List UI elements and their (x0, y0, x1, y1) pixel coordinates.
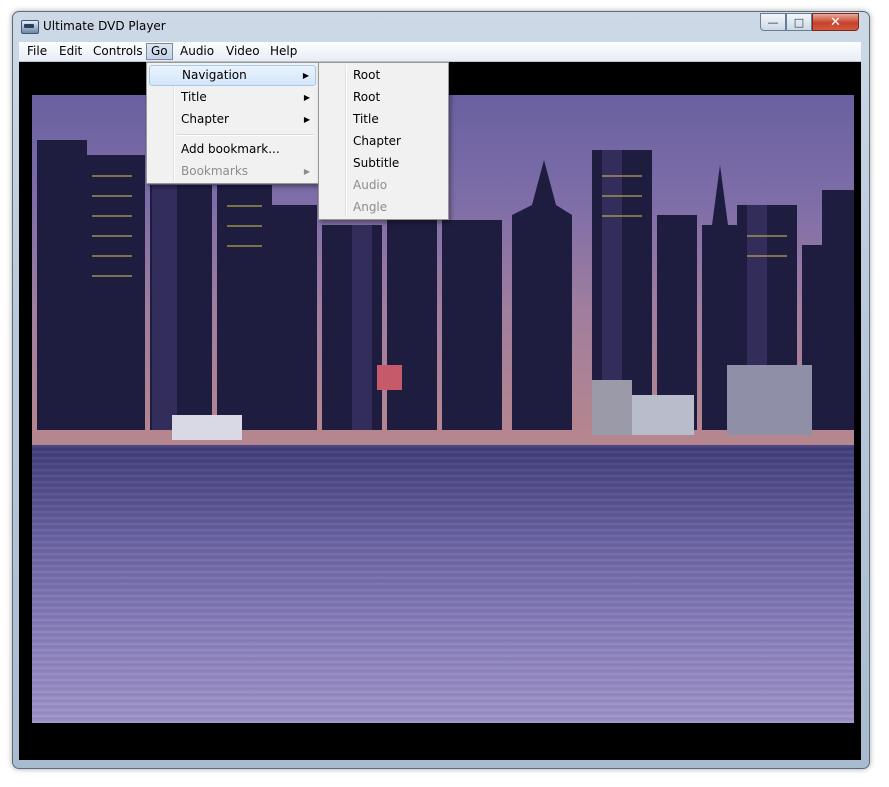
nav-item-subtitle[interactable]: Subtitle (321, 153, 446, 174)
menu-help[interactable]: Help (266, 43, 301, 60)
menu-bar: File Edit Controls Go Audio Video Help (19, 42, 861, 62)
maximize-button[interactable]: □ (786, 13, 812, 31)
menu-video[interactable]: Video (222, 43, 264, 60)
close-icon: ✕ (830, 14, 841, 30)
nav-item-angle: Angle (353, 200, 388, 214)
navigation-submenu: Root Root Title Chapter Subtitle Audio A… (318, 62, 449, 220)
video-water (32, 445, 854, 723)
menu-audio[interactable]: Audio (176, 43, 218, 60)
submenu-arrow-icon: ▶ (303, 93, 310, 102)
nav-item-chapter[interactable]: Chapter (321, 131, 446, 152)
go-menu-item-label: Navigation (182, 68, 247, 82)
submenu-arrow-icon: ▶ (303, 115, 310, 124)
go-menu-item-label: Add bookmark... (181, 142, 280, 156)
go-menu-item-label: Chapter (181, 112, 229, 126)
minimize-button[interactable]: — (760, 13, 786, 31)
maximize-icon: □ (793, 15, 805, 29)
go-menu-item-bookmarks: Bookmarks ▶ (149, 161, 316, 182)
nav-item-root[interactable]: Root (321, 65, 446, 86)
close-button[interactable]: ✕ (812, 13, 859, 31)
title-bar[interactable]: Ultimate DVD Player — □ ✕ (13, 12, 869, 40)
minimize-icon: — (767, 15, 779, 29)
menu-edit[interactable]: Edit (55, 43, 86, 60)
window-title: Ultimate DVD Player (43, 19, 166, 33)
go-menu-item-title[interactable]: Title ▶ (149, 87, 316, 108)
menu-controls[interactable]: Controls (89, 43, 147, 60)
submenu-arrow-icon: ▶ (303, 167, 310, 176)
go-menu-item-navigation[interactable]: Navigation ▶ (149, 65, 316, 86)
submenu-arrow-icon: ▶ (302, 71, 309, 80)
dvd-player-icon[interactable] (21, 20, 39, 34)
nav-item-root[interactable]: Root (321, 87, 446, 108)
go-menu-item-label: Title (181, 90, 207, 104)
menu-separator (177, 134, 314, 136)
nav-item-title[interactable]: Title (321, 109, 446, 130)
go-menu-dropdown: Navigation ▶ Title ▶ Chapter ▶ Add bookm… (146, 62, 319, 184)
menu-go[interactable]: Go (146, 43, 173, 60)
go-menu-item-chapter[interactable]: Chapter ▶ (149, 109, 316, 130)
menu-file[interactable]: File (23, 43, 51, 60)
go-menu-item-add-bookmark[interactable]: Add bookmark... (149, 139, 316, 160)
nav-item-audio: Audio (353, 178, 388, 192)
go-menu-item-label: Bookmarks (181, 164, 249, 178)
